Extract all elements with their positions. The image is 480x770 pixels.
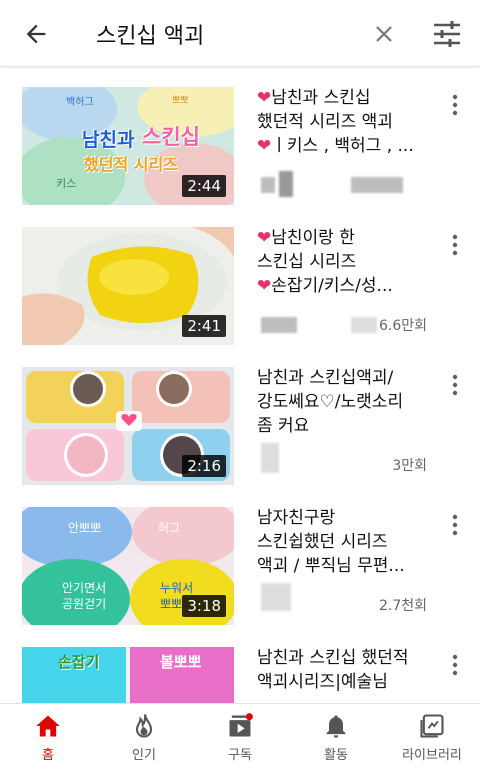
view-count: 2.7천회: [378, 598, 427, 614]
more-options-icon[interactable]: [449, 654, 461, 676]
more-options-icon[interactable]: [449, 234, 461, 256]
thumb-caption: 누워서: [160, 581, 194, 595]
bell-icon: [326, 715, 346, 738]
thumb-caption: 뽀뽀: [160, 597, 183, 611]
duration-badge: 2:44: [182, 175, 226, 197]
subscriptions-icon: [229, 713, 253, 737]
search-query[interactable]: 스킨십 액괴: [96, 18, 204, 50]
search-results-list: 백허그 뽀뽀 남친과 스킨십 했던적 시리즈 키스 2:44 ❤남친과 스킨십 …: [0, 67, 480, 703]
video-result[interactable]: 손잡기 볼뽀뽀 남친과 스킨십 했던적 액괴시리즈|예술님: [0, 627, 480, 703]
view-count: 3만회: [392, 458, 427, 474]
duration-badge: 2:41: [182, 315, 226, 337]
filter-icon[interactable]: [432, 20, 462, 48]
thumb-caption: 했던적 시리즈: [84, 155, 178, 174]
nav-label: 라이브러리: [402, 748, 462, 763]
video-meta: 6.6만회: [257, 311, 437, 339]
thumb-caption: 뽀뽀: [172, 96, 189, 106]
video-title[interactable]: 남자친구랑 스킨쉽했던 시리즈 액괴 / 뿌직님 무편...: [257, 506, 435, 578]
video-meta: [257, 171, 437, 199]
search-header: 스킨십 액괴: [0, 0, 480, 67]
more-options-icon[interactable]: [449, 374, 461, 396]
thumb-caption: 남친과: [82, 129, 135, 151]
video-result[interactable]: 2:16 남친과 스킨십액괴/ 강도쎄요♡/노랫소리 좀 커요 3만회: [0, 347, 480, 487]
nav-label: 인기: [132, 748, 156, 763]
thumb-caption: 스킨십: [142, 125, 200, 149]
thumb-caption: 안기면서: [62, 581, 107, 595]
thumb-caption: 안뽀뽀: [68, 521, 102, 535]
bottom-navigation: 홈 인기 구독 활동 라이브러리: [0, 703, 480, 770]
heart-icon: ❤: [257, 228, 272, 248]
heart-icon: ❤: [257, 88, 272, 108]
nav-subscriptions[interactable]: 구독: [192, 704, 288, 770]
fire-icon: [135, 714, 153, 738]
video-title[interactable]: ❤남친이랑 한 스킨십 시리즈 ❤손잡기/키스/성...: [257, 226, 435, 298]
video-result[interactable]: 안뽀뽀 허그 안기면서 공원걷기 누워서 뽀뽀 3:18 남자친구랑 스킨쉽했던…: [0, 487, 480, 627]
blurred-views: [351, 177, 403, 193]
thumb-caption: 허그: [158, 521, 181, 535]
home-icon: [36, 715, 60, 737]
blurred-channel: [261, 317, 297, 333]
thumb-caption: 볼뽀뽀: [160, 653, 202, 671]
back-arrow-icon[interactable]: [22, 20, 50, 48]
nav-label: 활동: [324, 748, 348, 763]
nav-label: 구독: [228, 748, 252, 763]
video-meta: 2.7천회: [257, 583, 437, 619]
view-count: 6.6만회: [378, 318, 427, 334]
video-thumbnail[interactable]: 안뽀뽀 허그 안기면서 공원걷기 누워서 뽀뽀 3:18: [22, 507, 234, 625]
video-title[interactable]: 남친과 스킨십 했던적 액괴시리즈|예술님: [257, 646, 437, 694]
nav-library[interactable]: 라이브러리: [384, 704, 480, 770]
clear-icon[interactable]: [372, 22, 396, 46]
heart-icon: ❤: [257, 276, 272, 296]
heart-icon: ❤: [257, 136, 272, 156]
nav-label: 홈: [42, 748, 54, 763]
more-options-icon[interactable]: [449, 94, 461, 116]
blurred-channel: [261, 177, 275, 193]
duration-badge: 2:16: [182, 455, 226, 477]
nav-home[interactable]: 홈: [0, 704, 96, 770]
nav-activity[interactable]: 활동: [288, 704, 384, 770]
thumb-caption: 백허그: [66, 97, 94, 108]
video-title[interactable]: ❤남친과 스킨십 했던적 시리즈 액괴 ❤ㅣ키스 , 백허그 , ...: [257, 86, 435, 158]
video-title[interactable]: 남친과 스킨십액괴/ 강도쎄요♡/노랫소리 좀 커요: [257, 366, 435, 438]
duration-badge: 3:18: [182, 595, 226, 617]
video-thumbnail[interactable]: 백허그 뽀뽀 남친과 스킨십 했던적 시리즈 키스 2:44: [22, 87, 234, 205]
video-meta: 3만회: [257, 443, 437, 479]
blurred-channel: [261, 443, 279, 473]
video-thumbnail[interactable]: 손잡기 볼뽀뽀: [22, 647, 234, 703]
more-options-icon[interactable]: [449, 514, 461, 536]
video-thumbnail[interactable]: 2:41: [22, 227, 234, 345]
blurred-views: [351, 317, 377, 333]
library-icon: [420, 714, 444, 738]
thumb-caption: 손잡기: [58, 653, 100, 671]
video-result[interactable]: 2:41 ❤남친이랑 한 스킨십 시리즈 ❤손잡기/키스/성... 6.6만회: [0, 207, 480, 347]
video-result[interactable]: 백허그 뽀뽀 남친과 스킨십 했던적 시리즈 키스 2:44 ❤남친과 스킨십 …: [0, 67, 480, 207]
nav-trending[interactable]: 인기: [96, 704, 192, 770]
blurred-channel: [261, 583, 291, 611]
blurred-channel: [279, 171, 293, 197]
video-thumbnail[interactable]: 2:16: [22, 367, 234, 485]
thumb-caption: 키스: [56, 177, 77, 190]
thumb-caption: 공원걷기: [62, 597, 107, 611]
